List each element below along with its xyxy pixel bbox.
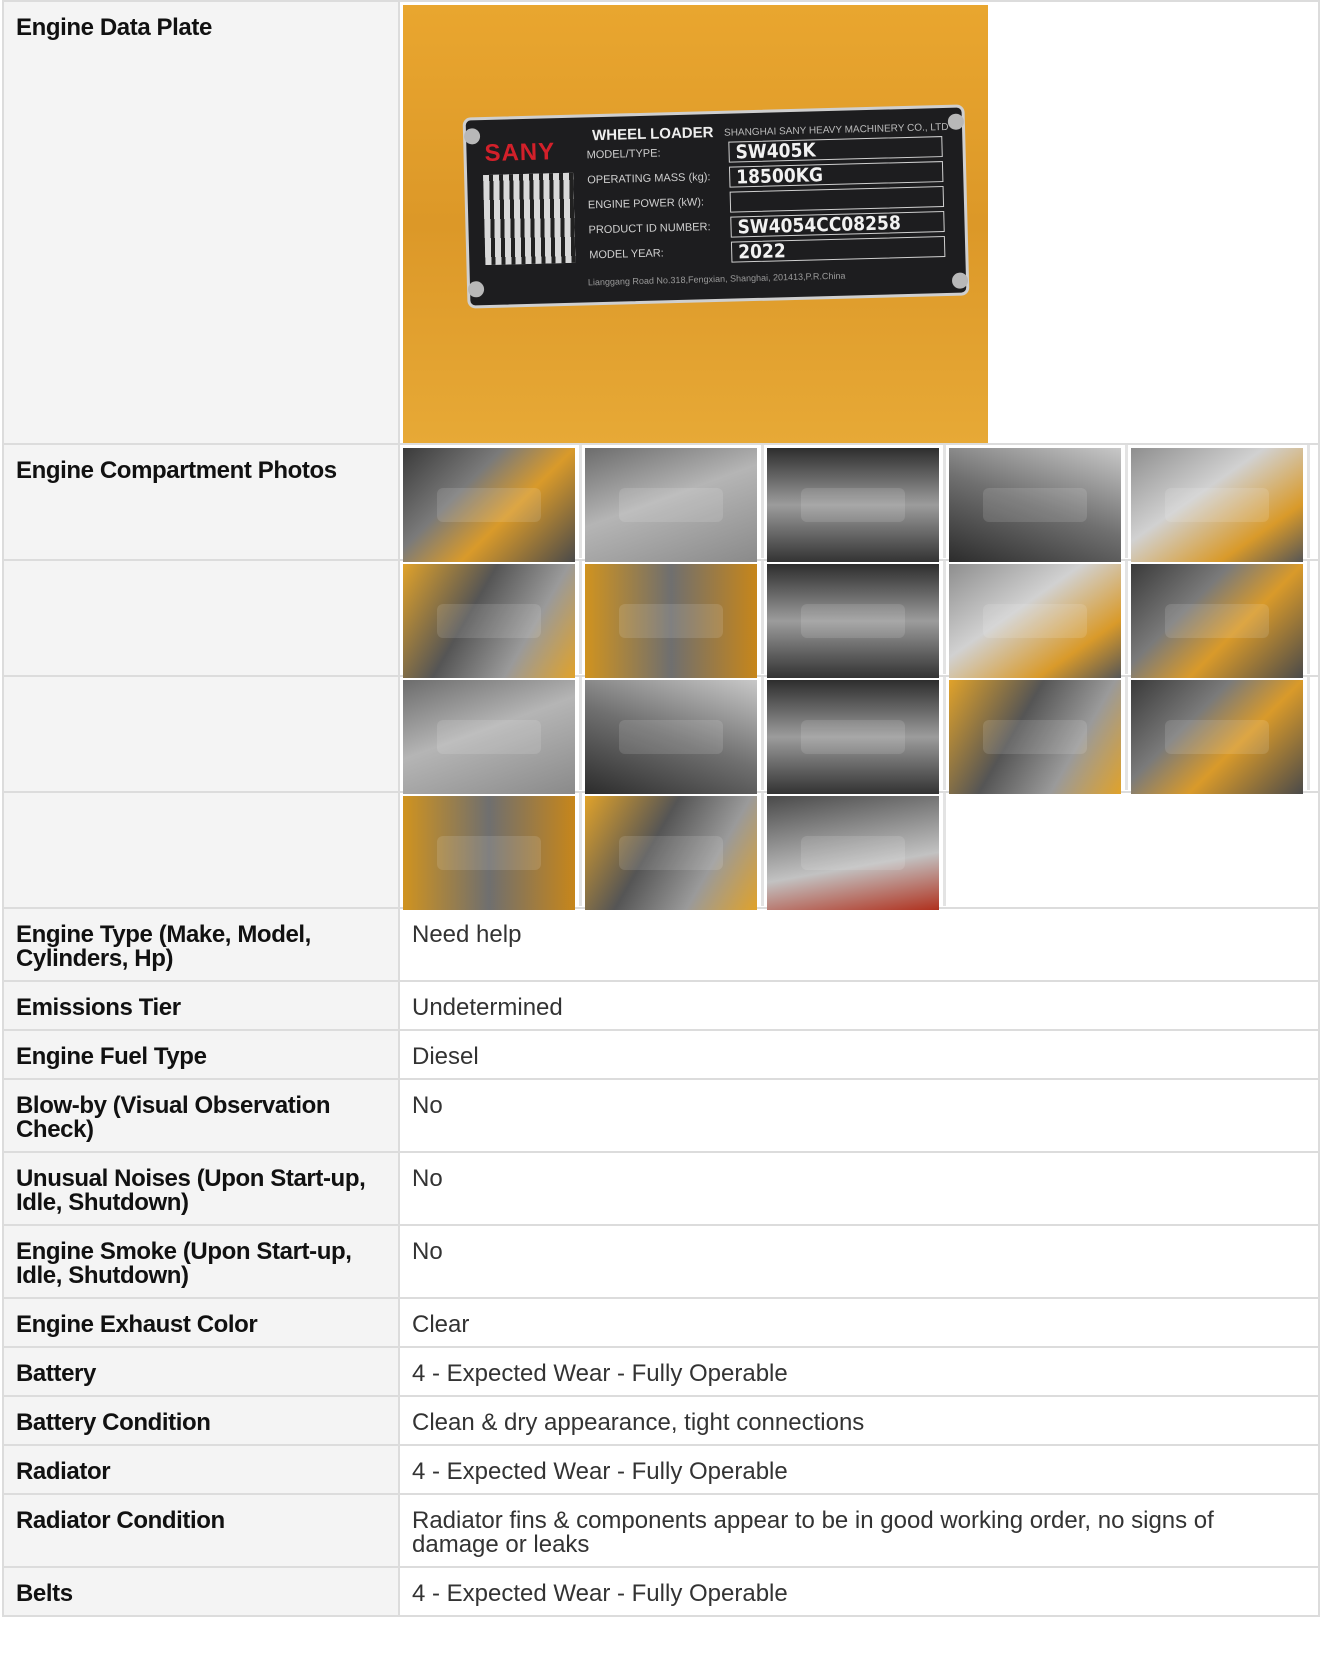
row-radiator: Radiator 4 - Expected Wear - Fully Opera… xyxy=(2,1444,1320,1495)
plate-field-value: 18500KG xyxy=(728,161,944,188)
label-engine-data-plate: Engine Data Plate xyxy=(16,14,212,41)
row-emissions-tier: Emissions Tier Undetermined xyxy=(2,980,1320,1031)
engine-photo-thumbnail[interactable] xyxy=(585,680,757,794)
value-engine-fuel-type: Diesel xyxy=(412,1043,479,1070)
row-photos-continued xyxy=(2,559,1320,678)
row-engine-data-plate: Engine Data Plate SANY WHEEL LOADER SHAN… xyxy=(2,0,1320,445)
emissions-label-thumbnail[interactable] xyxy=(767,448,939,562)
underside-photo-thumbnail[interactable] xyxy=(403,796,575,910)
label-engine-compartment-photos: Engine Compartment Photos xyxy=(16,457,337,484)
plate-brand: SANY xyxy=(484,138,556,168)
label-emissions-tier: Emissions Tier xyxy=(16,994,181,1021)
plate-field-value: SW405K xyxy=(728,136,943,163)
label-radiator: Radiator xyxy=(16,1458,111,1485)
engine-data-plate-photo[interactable]: SANY WHEEL LOADER SHANGHAI SANY HEAVY MA… xyxy=(403,5,988,443)
value-battery-condition: Clean & dry appearance, tight connection… xyxy=(412,1409,865,1436)
photo-strip xyxy=(400,793,1318,910)
value-exhaust-color: Clear xyxy=(412,1311,470,1338)
label-blow-by: Blow-by (Visual Observation Check) xyxy=(16,1092,331,1143)
row-battery: Battery 4 - Expected Wear - Fully Operab… xyxy=(2,1346,1320,1397)
photo-strip xyxy=(400,677,1318,794)
bolt-icon xyxy=(947,113,965,130)
bolt-icon xyxy=(951,272,969,289)
value-engine-smoke: No xyxy=(412,1238,443,1265)
bolt-icon xyxy=(467,281,485,298)
row-value xyxy=(398,559,1320,678)
label-engine-fuel-type: Engine Fuel Type xyxy=(16,1043,207,1070)
value-unusual-noises: No xyxy=(412,1165,443,1192)
engine-photo-thumbnail[interactable] xyxy=(403,564,575,678)
photo-strip xyxy=(400,561,1318,678)
row-exhaust-color: Engine Exhaust Color Clear xyxy=(2,1297,1320,1348)
label-radiator-condition: Radiator Condition xyxy=(16,1507,225,1534)
row-belts: Belts 4 - Expected Wear - Fully Operable xyxy=(2,1566,1320,1617)
radiator-photo-thumbnail[interactable] xyxy=(767,564,939,678)
frame-photo-thumbnail[interactable] xyxy=(585,564,757,678)
label-belts: Belts xyxy=(16,1580,73,1607)
photo-strip xyxy=(400,445,1318,562)
frame-photo-thumbnail[interactable] xyxy=(585,796,757,910)
plate-field-label: PRODUCT ID NUMBER: xyxy=(588,221,711,237)
row-label: Engine Compartment Photos xyxy=(2,443,400,561)
engine-photo-thumbnail[interactable] xyxy=(403,680,575,794)
plate-heading: WHEEL LOADER xyxy=(591,124,714,145)
label-battery: Battery xyxy=(16,1360,96,1387)
row-radiator-condition: Radiator Condition Radiator fins & compo… xyxy=(2,1493,1320,1568)
plate-field-label: ENGINE POWER (kW): xyxy=(587,196,705,212)
row-value: SANY WHEEL LOADER SHANGHAI SANY HEAVY MA… xyxy=(398,0,1320,445)
row-value xyxy=(398,791,1320,910)
row-value xyxy=(398,675,1320,794)
value-radiator: 4 - Expected Wear - Fully Operable xyxy=(412,1458,788,1485)
value-blow-by: No xyxy=(412,1092,443,1119)
plate-address: Lianggang Road No.318,Fengxian, Shanghai… xyxy=(587,270,846,288)
data-plate: SANY WHEEL LOADER SHANGHAI SANY HEAVY MA… xyxy=(462,104,970,309)
engine-photo-thumbnail[interactable] xyxy=(949,680,1121,794)
value-radiator-condition: Radiator fins & components appear to be … xyxy=(412,1507,1214,1558)
engine-photo-thumbnail[interactable] xyxy=(1131,680,1303,794)
plate-field-label: MODEL/TYPE: xyxy=(586,147,661,162)
row-engine-type: Engine Type (Make, Model, Cylinders, Hp)… xyxy=(2,907,1320,982)
value-engine-type: Need help xyxy=(412,921,522,948)
plate-field-value xyxy=(729,186,945,213)
engine-photo-thumbnail[interactable] xyxy=(1131,448,1303,562)
radiator-photo-thumbnail[interactable] xyxy=(767,680,939,794)
engine-photo-thumbnail[interactable] xyxy=(1131,564,1303,678)
plate-field-value: SW4054CC08258 xyxy=(730,211,945,238)
row-value xyxy=(398,443,1320,562)
label-unusual-noises: Unusual Noises (Upon Start-up, Idle, Shu… xyxy=(16,1165,366,1216)
value-emissions-tier: Undetermined xyxy=(412,994,563,1021)
row-engine-smoke: Engine Smoke (Upon Start-up, Idle, Shutd… xyxy=(2,1224,1320,1299)
row-unusual-noises: Unusual Noises (Upon Start-up, Idle, Shu… xyxy=(2,1151,1320,1226)
plate-field-value: 2022 xyxy=(730,236,946,263)
label-engine-type: Engine Type (Make, Model, Cylinders, Hp) xyxy=(16,921,311,972)
plate-field-label: OPERATING MASS (kg): xyxy=(587,171,711,187)
row-label-empty xyxy=(2,791,400,909)
engine-inspection-table: Engine Data Plate SANY WHEEL LOADER SHAN… xyxy=(2,0,1320,1617)
emissions-label-thumbnail[interactable] xyxy=(585,448,757,562)
fuel-filter-photo-thumbnail[interactable] xyxy=(767,796,939,910)
row-label: Engine Data Plate xyxy=(2,0,400,445)
label-exhaust-color: Engine Exhaust Color xyxy=(16,1311,258,1338)
label-battery-condition: Battery Condition xyxy=(16,1409,211,1436)
qr-code-icon xyxy=(483,172,576,266)
row-label-empty xyxy=(2,675,400,793)
label-engine-smoke: Engine Smoke (Upon Start-up, Idle, Shutd… xyxy=(16,1238,352,1289)
row-blow-by: Blow-by (Visual Observation Check) No xyxy=(2,1078,1320,1153)
emissions-label-thumbnail[interactable] xyxy=(949,448,1121,562)
value-battery: 4 - Expected Wear - Fully Operable xyxy=(412,1360,788,1387)
value-belts: 4 - Expected Wear - Fully Operable xyxy=(412,1580,788,1607)
row-engine-compartment-photos: Engine Compartment Photos xyxy=(2,443,1320,562)
plate-field-label: MODEL YEAR: xyxy=(589,247,664,262)
row-battery-condition: Battery Condition Clean & dry appearance… xyxy=(2,1395,1320,1446)
row-engine-fuel-type: Engine Fuel Type Diesel xyxy=(2,1029,1320,1080)
engine-photo-thumbnail[interactable] xyxy=(403,448,575,562)
row-photos-continued xyxy=(2,791,1320,910)
bolt-icon xyxy=(463,128,481,145)
engine-photo-thumbnail[interactable] xyxy=(949,564,1121,678)
row-photos-continued xyxy=(2,675,1320,794)
row-label-empty xyxy=(2,559,400,677)
